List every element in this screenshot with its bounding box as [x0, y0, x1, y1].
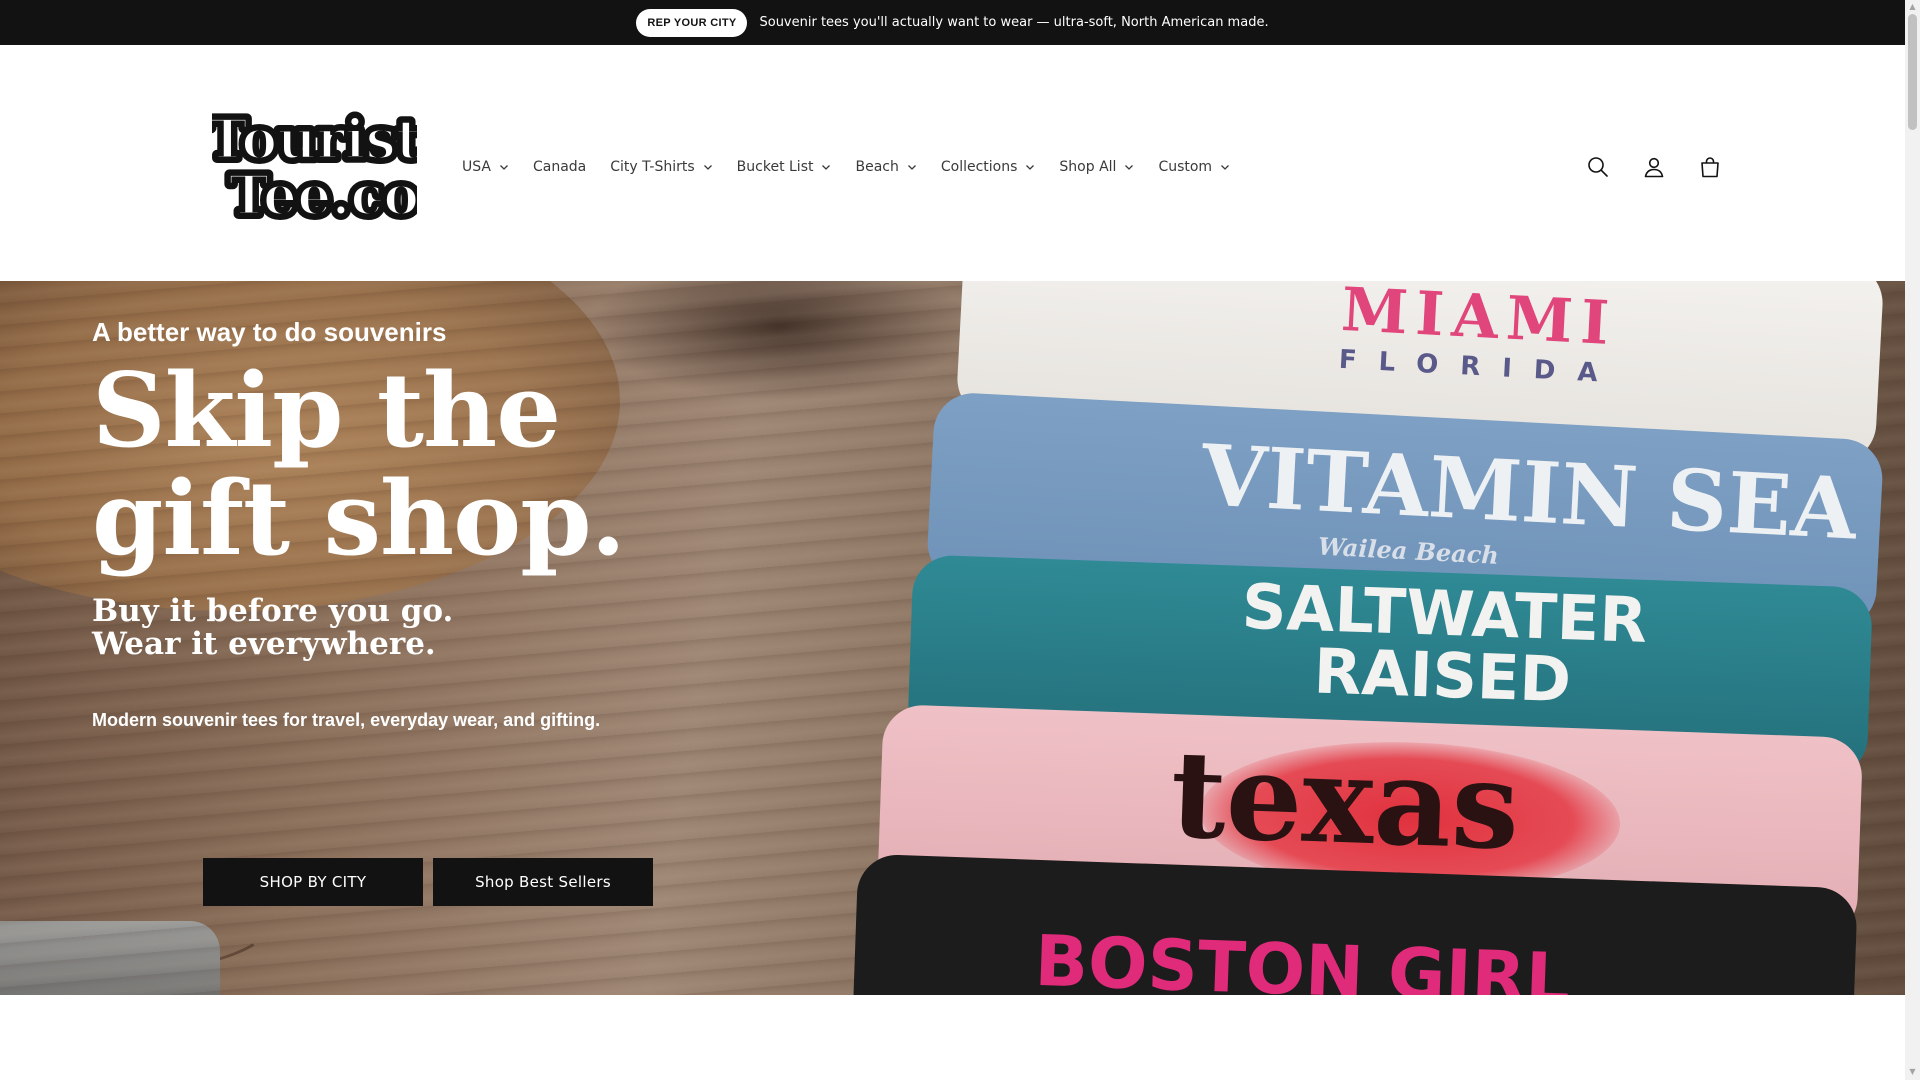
main-nav: USA Canada City T-Shirts Bucket List Bea… — [462, 149, 1242, 185]
shop-by-city-button[interactable]: SHOP BY CITY — [203, 858, 423, 906]
shirt-print-saltwater-line2: RAISED — [1312, 634, 1573, 717]
logo-line2: Tee.co — [229, 163, 417, 225]
hero-banner: MIAMI FLORIDA VITAMIN SEA Wailea Beach S… — [0, 281, 1905, 995]
announcement-text: Souvenir tees you'll actually want to we… — [759, 15, 1269, 30]
nav-item-custom[interactable]: Custom — [1146, 149, 1242, 185]
scroll-up-arrow-icon[interactable]: ▲ — [1908, 2, 1917, 11]
chevron-down-icon — [1221, 165, 1230, 170]
chevron-down-icon — [1026, 165, 1035, 170]
scroll-down-arrow-icon[interactable]: ▼ — [1908, 1067, 1917, 1076]
shirt-print-texas: texas — [1168, 724, 1522, 878]
nav-item-usa[interactable]: USA — [462, 149, 521, 185]
nav-item-bucket-list[interactable]: Bucket List — [725, 149, 844, 185]
shirt-print-saltwater: SALTWATER RAISED — [1239, 570, 1649, 717]
shirt-print-boston-main: BOSTON — [1033, 919, 1366, 995]
nav-item-label: USA — [462, 159, 491, 175]
search-button[interactable] — [1580, 145, 1616, 189]
hero-headline-line1: Skip the — [92, 351, 561, 471]
hero-eyebrow: A better way to do souvenirs — [92, 317, 447, 347]
shirt-stack-image: MIAMI FLORIDA VITAMIN SEA Wailea Beach S… — [840, 281, 1905, 995]
announcement-badge[interactable]: REP YOUR CITY — [636, 8, 748, 37]
search-icon — [1588, 157, 1608, 177]
cart-icon — [1701, 157, 1719, 178]
logo[interactable]: Tourist Tourist Tee.co Tee.co — [202, 100, 426, 232]
nav-item-label: Custom — [1158, 159, 1213, 175]
shop-best-sellers-button[interactable]: Shop Best Sellers — [433, 858, 653, 906]
chevron-down-icon — [500, 165, 508, 170]
nav-item-label: Beach — [855, 159, 899, 175]
chevron-down-icon — [703, 165, 712, 170]
site-header: Tourist Tourist Tee.co Tee.co USA Canada… — [0, 45, 1905, 281]
announcement-bar: REP YOUR CITY Souvenir tees you'll actua… — [0, 0, 1905, 45]
account-button[interactable] — [1636, 145, 1672, 189]
nav-item-label: Shop All — [1059, 159, 1117, 175]
shirt-print-boston: BOSTON GIRL — [1033, 920, 1571, 995]
chevron-down-icon — [1125, 165, 1134, 170]
nav-item-shop-all[interactable]: Shop All — [1047, 149, 1146, 185]
nav-item-label: Canada — [532, 159, 587, 175]
nav-item-canada[interactable]: Canada — [521, 149, 598, 185]
shirt-print-boston-accent: GIRL — [1386, 932, 1572, 995]
hero-sub-line2: Wear it everywhere. — [92, 626, 436, 662]
nav-item-label: Bucket List — [736, 159, 814, 175]
hero-headline: Skip the gift shop. — [92, 357, 626, 573]
chevron-down-icon — [907, 165, 916, 170]
chevron-down-icon — [822, 165, 831, 170]
nav-item-beach[interactable]: Beach — [843, 149, 928, 185]
shirt-print-vitamin-sea: VITAMIN SEA — [1199, 425, 1860, 559]
scrollbar-thumb[interactable] — [1908, 14, 1917, 130]
nav-item-label: City T-Shirts — [610, 159, 695, 175]
logo-line1: Tourist — [212, 107, 417, 171]
account-icon — [1644, 157, 1664, 178]
nav-item-label: Collections — [940, 159, 1018, 175]
nav-item-collections[interactable]: Collections — [929, 149, 1048, 185]
hero-subheading: Buy it before you go. Wear it everywhere… — [92, 595, 453, 661]
page-scrollbar[interactable]: ▲ ▼ — [1905, 0, 1920, 1080]
hero-description: Modern souvenir tees for travel, everyda… — [92, 710, 601, 730]
header-icons — [1580, 145, 1728, 189]
cart-button[interactable] — [1692, 145, 1728, 189]
logo-image: Tourist Tourist Tee.co Tee.co — [202, 102, 426, 232]
hero-headline-line2: gift shop. — [92, 459, 626, 579]
nav-item-city-t-shirts[interactable]: City T-Shirts — [598, 149, 724, 185]
hero-sub-line1: Buy it before you go. — [92, 593, 454, 629]
